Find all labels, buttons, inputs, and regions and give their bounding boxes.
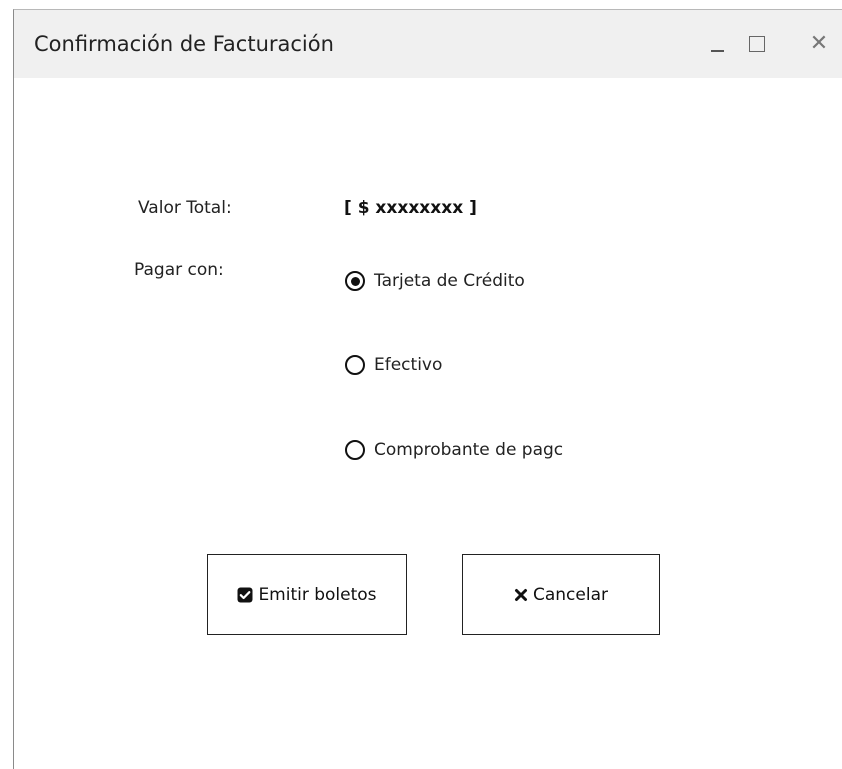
cancel-label: Cancelar [533, 584, 608, 605]
minimize-icon [710, 50, 724, 52]
radio-unselected-icon[interactable] [345, 355, 365, 375]
checkbox-checked-icon [237, 587, 253, 603]
payment-option-payment-voucher[interactable]: Comprobante de pagc [345, 440, 563, 460]
maximize-button[interactable] [737, 10, 777, 78]
minimize-button[interactable] [697, 10, 737, 78]
radio-unselected-icon[interactable] [345, 440, 365, 460]
window-title: Confirmación de Facturación [34, 32, 334, 56]
payment-option-credit-card[interactable]: Tarjeta de Crédito [345, 271, 525, 291]
radio-selected-icon[interactable] [345, 271, 365, 291]
emit-tickets-button[interactable]: Emitir boletos [207, 554, 407, 635]
x-icon [514, 588, 528, 602]
close-icon: ✕ [809, 31, 829, 56]
payment-option-label: Efectivo [374, 355, 443, 375]
payment-option-cash[interactable]: Efectivo [345, 355, 442, 375]
title-bar: Confirmación de Facturación ✕ [14, 10, 842, 78]
cancel-button[interactable]: Cancelar [462, 554, 660, 635]
pay-with-label: Pagar con: [134, 260, 224, 280]
billing-confirmation-window: Confirmación de Facturación ✕ Valor Tota… [13, 9, 842, 769]
payment-option-label: Comprobante de pagc [374, 440, 564, 460]
total-label: Valor Total: [138, 198, 232, 218]
total-value: [ $ xxxxxxxx ] [344, 198, 477, 218]
emit-tickets-label: Emitir boletos [258, 584, 377, 605]
close-button[interactable]: ✕ [799, 10, 839, 78]
payment-option-label: Tarjeta de Crédito [374, 271, 525, 291]
maximize-icon [749, 36, 765, 52]
